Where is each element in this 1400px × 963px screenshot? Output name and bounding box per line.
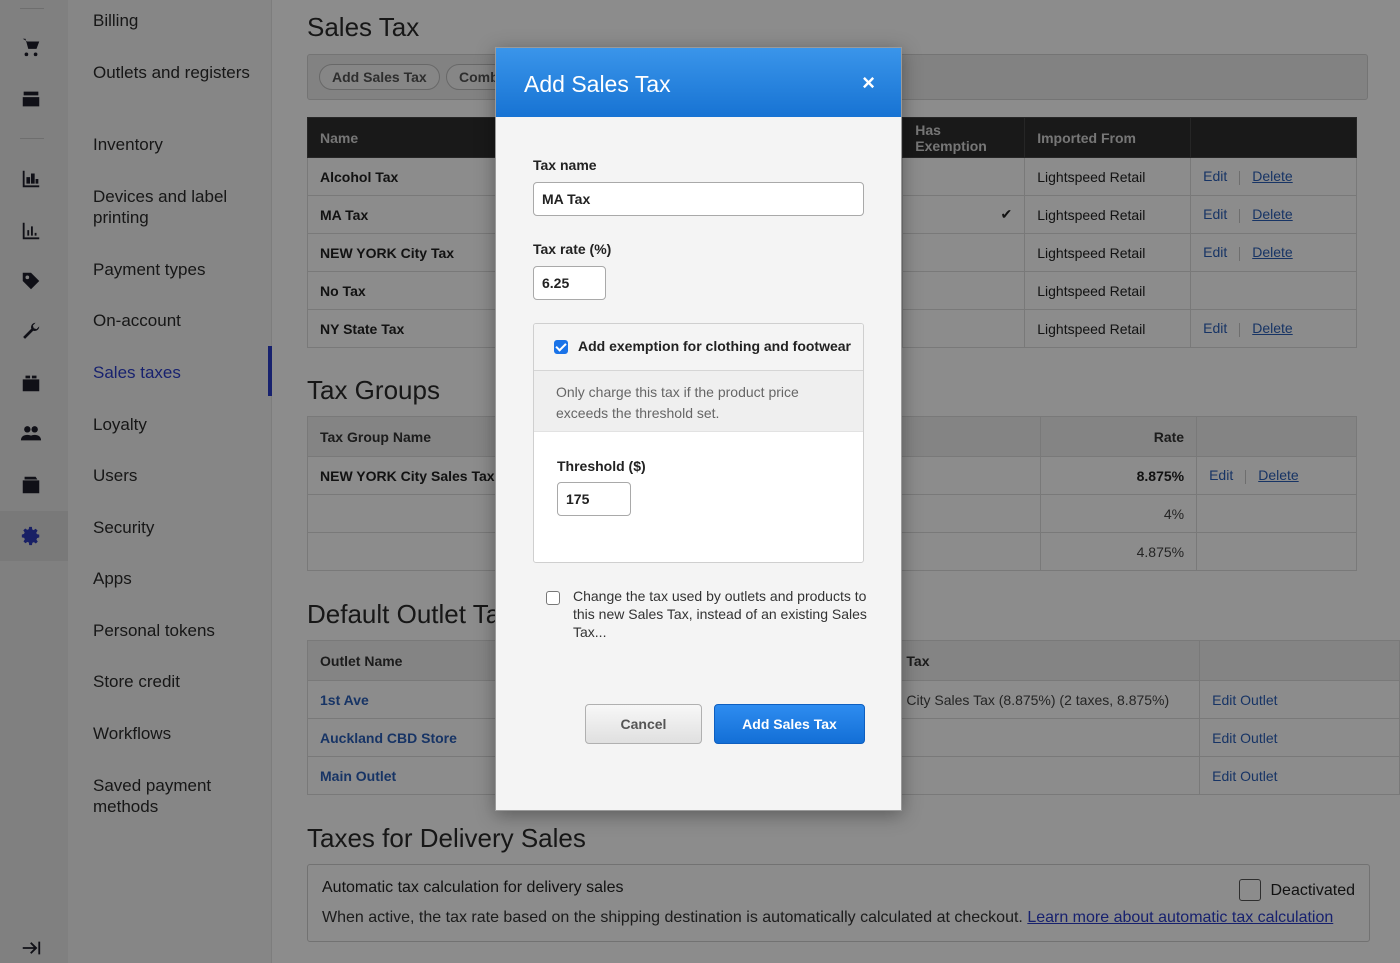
change-tax-checkbox[interactable]: [546, 591, 560, 605]
dialog-header: Add Sales Tax ×: [496, 48, 901, 117]
change-tax-label: Change the tax used by outlets and produ…: [573, 588, 867, 640]
threshold-input[interactable]: 175: [557, 482, 631, 516]
tax-rate-label: Tax rate (%): [533, 241, 612, 257]
tax-rate-input[interactable]: 6.25: [533, 266, 606, 300]
tax-name-label: Tax name: [533, 157, 597, 173]
tax-name-input[interactable]: MA Tax: [533, 182, 864, 216]
exemption-header: Add exemption for clothing and footwear: [534, 324, 863, 371]
add-sales-tax-button[interactable]: Add Sales Tax: [714, 704, 865, 744]
exemption-panel: Add exemption for clothing and footwear …: [533, 323, 864, 563]
close-icon[interactable]: ×: [862, 70, 875, 96]
exemption-label: Add exemption for clothing and footwear: [578, 338, 851, 354]
exemption-checkbox[interactable]: [554, 340, 568, 354]
exemption-description-text: Only charge this tax if the product pric…: [556, 384, 799, 421]
threshold-label: Threshold ($): [557, 458, 646, 474]
dialog-title: Add Sales Tax: [524, 71, 671, 97]
exemption-description: Only charge this tax if the product pric…: [534, 371, 863, 432]
add-sales-tax-dialog: Add Sales Tax × Tax name MA Tax Tax rate…: [495, 47, 902, 811]
cancel-button[interactable]: Cancel: [585, 704, 702, 744]
